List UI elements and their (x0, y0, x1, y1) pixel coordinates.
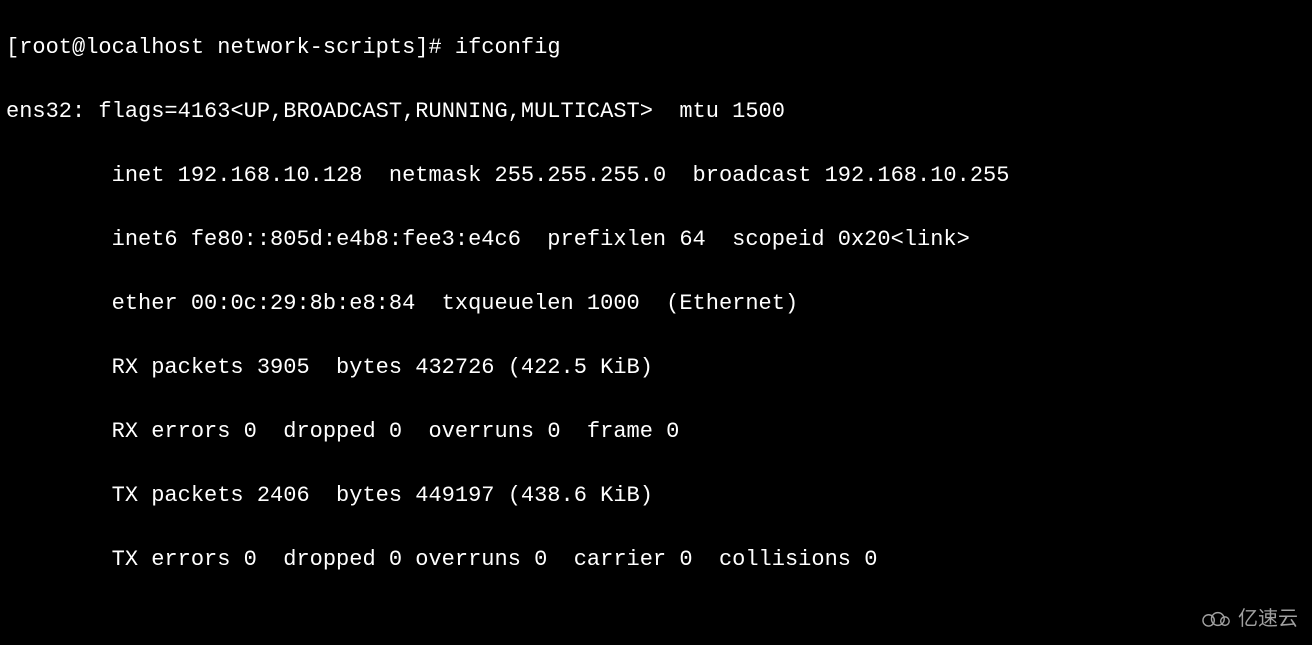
iface0-scope-label: link (904, 227, 957, 252)
iface0-tx-dropped: 0 (389, 547, 402, 572)
iface0-txqueuelen: 1000 (587, 291, 640, 316)
iface0-link-kind: Ethernet (679, 291, 785, 316)
command-text: ifconfig (455, 35, 561, 60)
iface0-tx-packets: 2406 (257, 483, 310, 508)
iface0-flags-num: 4163 (178, 99, 231, 124)
iface0-rx-frame: 0 (666, 419, 679, 444)
iface0-ip6: fe80::805d:e4b8:fee3:e4c6 (191, 227, 521, 252)
iface0-tx-collisions: 0 (864, 547, 877, 572)
iface0-hwaddr: 00:0c:29:8b:e8:84 (191, 291, 415, 316)
prompt-line-1: [root@localhost network-scripts]# ifconf… (6, 32, 1306, 64)
iface0-tx-bytes: 449197 (415, 483, 494, 508)
iface0-header: ens32: flags=4163<UP,BROADCAST,RUNNING,M… (6, 96, 1306, 128)
prompt-host: localhost (85, 35, 204, 60)
cloud-icon (1198, 609, 1232, 629)
iface0-rx-dropped: 0 (389, 419, 402, 444)
iface0-broadcast: 192.168.10.255 (825, 163, 1010, 188)
watermark-text: 亿速云 (1238, 603, 1298, 635)
prompt-symbol: # (429, 35, 442, 60)
iface0-tx-errors: 0 (244, 547, 257, 572)
iface0-tx-overruns: 0 (534, 547, 547, 572)
iface0-tx-carrier: 0 (679, 547, 692, 572)
iface0-prefixlen: 64 (679, 227, 705, 252)
iface0-rx-bytes: 432726 (415, 355, 494, 380)
blank-line-1 (6, 608, 1306, 640)
iface0-name: ens32 (6, 99, 72, 124)
iface0-ip: 192.168.10.128 (178, 163, 363, 188)
iface0-scopeid: 0x20 (838, 227, 891, 252)
iface0-tx-bytes-h: 438.6 KiB (521, 483, 640, 508)
iface0-tx1: TX packets 2406 bytes 449197 (438.6 KiB) (6, 480, 1306, 512)
iface0-link-type: ether (112, 291, 178, 316)
iface0-rx1: RX packets 3905 bytes 432726 (422.5 KiB) (6, 352, 1306, 384)
prompt-user: root (19, 35, 72, 60)
iface0-rx-bytes-h: 422.5 KiB (521, 355, 640, 380)
iface0-rx2: RX errors 0 dropped 0 overruns 0 frame 0 (6, 416, 1306, 448)
iface0-flags-list: UP,BROADCAST,RUNNING,MULTICAST (244, 99, 640, 124)
iface0-rx-errors: 0 (244, 419, 257, 444)
watermark: 亿速云 (1198, 603, 1298, 635)
iface0-inet: inet 192.168.10.128 netmask 255.255.255.… (6, 160, 1306, 192)
prompt-cwd: network-scripts (217, 35, 415, 60)
iface0-mtu: 1500 (732, 99, 785, 124)
iface0-rx-overruns: 0 (547, 419, 560, 444)
iface0-inet6: inet6 fe80::805d:e4b8:fee3:e4c6 prefixle… (6, 224, 1306, 256)
iface0-netmask: 255.255.255.0 (495, 163, 667, 188)
terminal-output[interactable]: [root@localhost network-scripts]# ifconf… (0, 0, 1312, 645)
iface0-ether: ether 00:0c:29:8b:e8:84 txqueuelen 1000 … (6, 288, 1306, 320)
iface0-rx-packets: 3905 (257, 355, 310, 380)
iface0-tx2: TX errors 0 dropped 0 overruns 0 carrier… (6, 544, 1306, 576)
